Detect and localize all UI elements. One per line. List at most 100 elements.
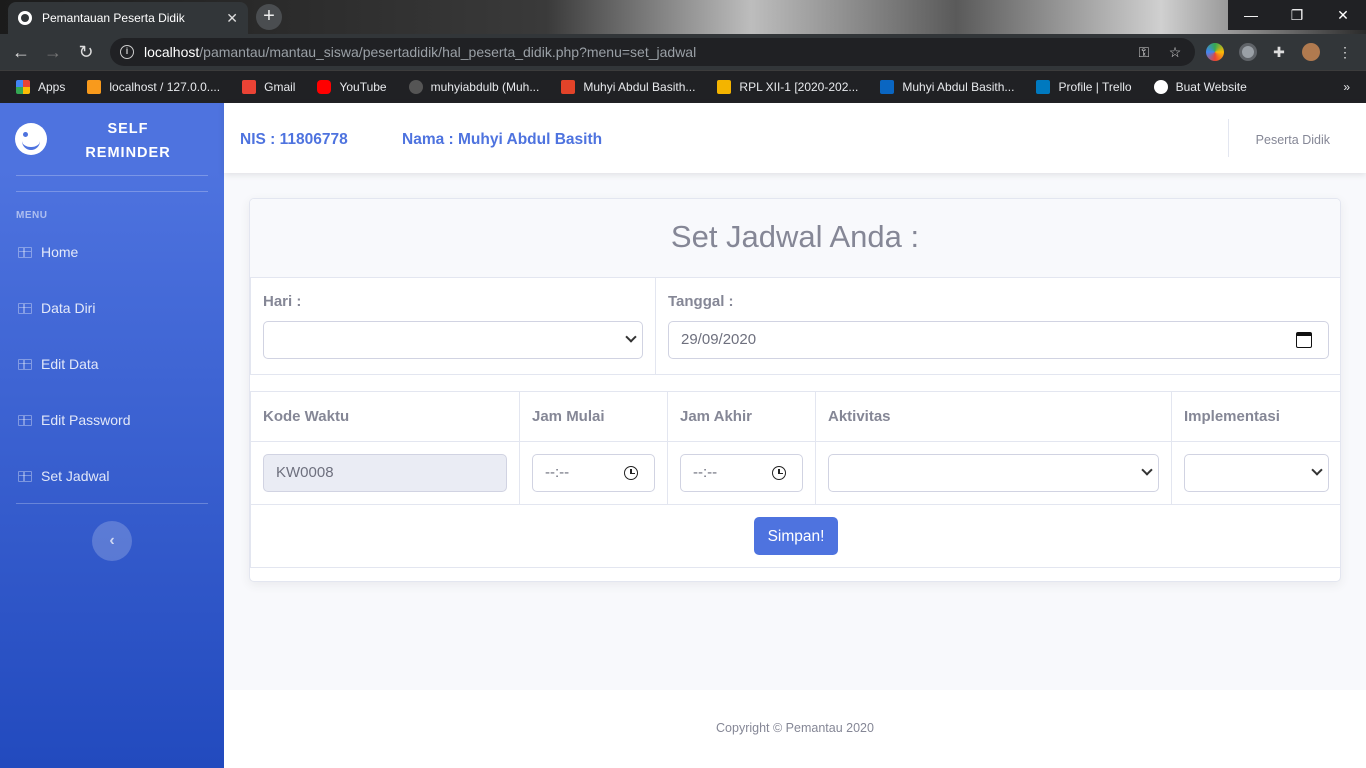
- sidebar-item-label: Set Jadwal: [41, 468, 110, 484]
- set-jadwal-card: Set Jadwal Anda : Hari : Tanggal : 29/09…: [249, 198, 1341, 582]
- chevron-down-icon: [1142, 466, 1152, 476]
- column-header-implementasi: Implementasi: [1171, 390, 1340, 442]
- hari-cell: Hari :: [250, 278, 656, 375]
- sidebar-brand[interactable]: SELF REMINDER: [0, 103, 224, 175]
- back-arrow-icon[interactable]: ←: [9, 40, 33, 64]
- column-header-jam-mulai: Jam Mulai: [519, 390, 668, 442]
- globe-icon: [1153, 80, 1168, 94]
- bookmark-star-icon[interactable]: ☆: [1166, 43, 1184, 61]
- bookmark-buat-website[interactable]: Buat Website: [1153, 80, 1247, 94]
- browser-chrome: Pemantauan Peserta Didik ✕ + — ❐ ✕ ← → ↻…: [0, 0, 1366, 103]
- extension-record-icon[interactable]: [1239, 43, 1257, 61]
- close-window-button[interactable]: ✕: [1320, 0, 1366, 30]
- aktivitas-cell: [815, 440, 1172, 505]
- sidebar-item-set-jadwal[interactable]: Set Jadwal: [0, 448, 224, 504]
- linkedin-icon: [880, 80, 895, 94]
- minimize-window-button[interactable]: —: [1228, 0, 1274, 30]
- sidebar-toggle-button[interactable]: ‹: [92, 521, 132, 561]
- browser-menu-icon[interactable]: ⋮: [1336, 43, 1354, 61]
- extensions-puzzle-icon[interactable]: ✚: [1270, 43, 1288, 61]
- apps-grid-icon: [16, 80, 30, 94]
- bookmark-label: Muhyi Abdul Basith...: [902, 80, 1015, 94]
- sidebar-item-label: Edit Password: [41, 412, 131, 428]
- bookmark-youtube[interactable]: YouTube: [317, 80, 387, 94]
- sidebar-divider-bottom: [16, 503, 208, 504]
- bookmark-linkedin[interactable]: Muhyi Abdul Basith...: [880, 80, 1014, 94]
- clock-icon[interactable]: [624, 465, 638, 480]
- implementasi-select[interactable]: [1184, 453, 1329, 492]
- globe-favicon-icon: [18, 11, 32, 25]
- bookmarks-bar: Apps localhost / 127.0.0.... Gmail YouTu…: [0, 70, 1366, 103]
- hari-select[interactable]: [263, 320, 643, 359]
- simpan-button[interactable]: Simpan!: [753, 516, 839, 555]
- sidebar-item-data-diri[interactable]: Data Diri: [0, 280, 224, 336]
- column-header-aktivitas: Aktivitas: [815, 390, 1172, 442]
- classroom-icon: [717, 80, 732, 94]
- phpmyadmin-icon: [87, 80, 102, 94]
- chevron-left-icon: ‹: [109, 532, 115, 549]
- bookmarks-overflow-icon[interactable]: »: [1343, 80, 1350, 94]
- topbar-divider: [1228, 119, 1229, 157]
- close-tab-icon[interactable]: ✕: [226, 10, 238, 27]
- new-tab-button[interactable]: +: [256, 4, 282, 30]
- url-host: localhost: [144, 44, 200, 60]
- bookmark-label: muhyiabdulb (Muh...: [430, 80, 540, 94]
- bookmark-label: Apps: [38, 80, 66, 94]
- submit-cell: Simpan!: [250, 503, 1340, 568]
- clock-icon[interactable]: [772, 465, 786, 480]
- sidebar-item-label: Data Diri: [41, 300, 96, 316]
- tab-title: Pemantauan Peserta Didik: [42, 11, 185, 25]
- brand-text: SELF REMINDER: [60, 117, 196, 165]
- sidebar-item-edit-data[interactable]: Edit Data: [0, 336, 224, 392]
- column-header-jam-akhir: Jam Akhir: [667, 390, 816, 442]
- sidebar-divider: [16, 191, 208, 192]
- copyright-text: Copyright © Pemantau 2020: [716, 721, 874, 735]
- aktivitas-select[interactable]: [828, 453, 1159, 492]
- tanggal-date-input[interactable]: 29/09/2020: [668, 320, 1329, 359]
- jam-akhir-time-input[interactable]: --:--: [680, 453, 803, 492]
- brand-line-1: SELF: [107, 121, 149, 137]
- sidebar-item-home[interactable]: Home: [0, 224, 224, 280]
- bookmark-gitlab[interactable]: Muhyi Abdul Basith...: [561, 80, 695, 94]
- sidebar: SELF REMINDER MENU Home Data Diri Edit D…: [0, 103, 224, 768]
- user-role-link[interactable]: Peserta Didik: [1256, 133, 1330, 147]
- site-info-icon[interactable]: i: [120, 45, 134, 59]
- tanggal-cell: Tanggal : 29/09/2020: [655, 278, 1340, 375]
- forward-arrow-icon[interactable]: →: [41, 40, 65, 64]
- bookmark-label: localhost / 127.0.0....: [109, 80, 221, 94]
- sidebar-item-edit-password[interactable]: Edit Password: [0, 392, 224, 448]
- kode-waktu-value: KW0008: [276, 464, 334, 481]
- bookmark-label: Profile | Trello: [1058, 80, 1132, 94]
- reload-icon[interactable]: ↻: [74, 40, 98, 64]
- nama-label: Nama : Muhyi Abdul Basith: [402, 131, 603, 148]
- jam-mulai-time-input[interactable]: --:--: [532, 453, 655, 492]
- restore-window-button[interactable]: ❐: [1274, 0, 1320, 30]
- smiley-logo-icon: [15, 123, 47, 155]
- bookmark-github[interactable]: muhyiabdulb (Muh...: [408, 80, 540, 94]
- footer: Copyright © Pemantau 2020: [224, 690, 1366, 768]
- card-title: Set Jadwal Anda :: [250, 199, 1340, 278]
- kode-waktu-input: KW0008: [263, 453, 507, 492]
- gmail-icon: [242, 80, 257, 94]
- profile-avatar-icon[interactable]: [1302, 43, 1320, 61]
- extension-chrome-icon[interactable]: [1206, 43, 1224, 61]
- nis-label: NIS : 11806778: [240, 131, 348, 148]
- bookmark-apps[interactable]: Apps: [16, 80, 65, 94]
- bookmark-trello[interactable]: Profile | Trello: [1036, 80, 1132, 94]
- password-key-icon[interactable]: ⚿: [1135, 43, 1153, 61]
- sidebar-heading: MENU: [16, 210, 48, 221]
- table-icon: [18, 302, 32, 314]
- url-path: /pamantau/mantau_siswa/pesertadidik/hal_…: [199, 44, 697, 60]
- bookmark-gmail[interactable]: Gmail: [242, 80, 295, 94]
- bookmark-localhost[interactable]: localhost / 127.0.0....: [87, 80, 220, 94]
- browser-tab[interactable]: Pemantauan Peserta Didik ✕: [8, 2, 248, 34]
- jam-akhir-value: --:--: [693, 464, 718, 481]
- sidebar-item-label: Home: [41, 244, 79, 260]
- bookmark-classroom[interactable]: RPL XII-1 [2020-202...: [717, 80, 858, 94]
- jam-mulai-cell: --:--: [519, 440, 668, 505]
- address-bar[interactable]: i localhost/pamantau/mantau_siswa/pesert…: [110, 38, 1195, 66]
- calendar-icon[interactable]: [1296, 331, 1312, 348]
- date-table: Hari : Tanggal : 29/09/2020: [250, 278, 1340, 375]
- table-row: KW0008 --:-- --:--: [250, 440, 1340, 505]
